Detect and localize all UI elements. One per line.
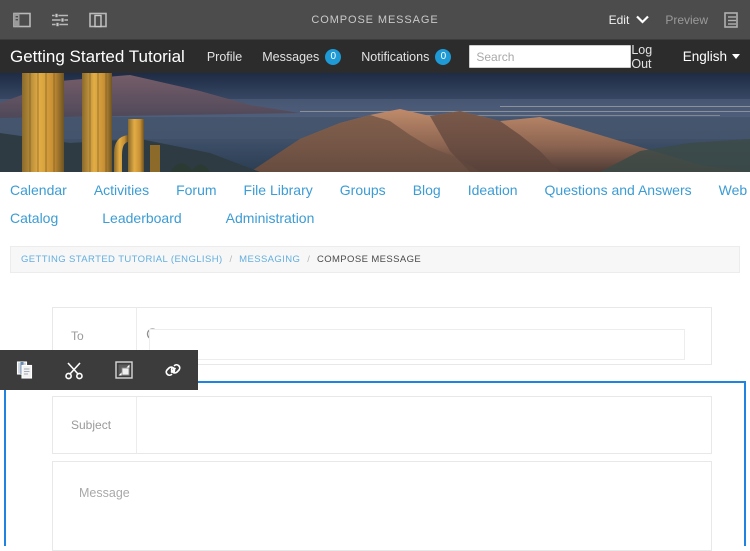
main-nav-ideation[interactable]: Ideation bbox=[468, 182, 518, 198]
panel-layout-icon[interactable] bbox=[8, 6, 36, 34]
main-nav-blog[interactable]: Blog bbox=[413, 182, 441, 198]
chevron-down-icon bbox=[636, 15, 650, 24]
logout-button[interactable]: Log Out bbox=[631, 43, 662, 71]
link-chain-icon[interactable] bbox=[156, 353, 190, 387]
sliders-settings-icon[interactable] bbox=[46, 6, 74, 34]
nav-item-profile[interactable]: Profile bbox=[207, 50, 242, 64]
nav-item-messages[interactable]: Messages 0 bbox=[262, 48, 342, 65]
message-field[interactable]: Message bbox=[52, 461, 712, 551]
nav-label-profile: Profile bbox=[206, 49, 243, 64]
message-placeholder: Message bbox=[79, 486, 130, 500]
hero-desert-illustration bbox=[0, 73, 750, 172]
breadcrumb: GETTING STARTED TUTORIAL (ENGLISH) / MES… bbox=[10, 246, 740, 273]
header-nav: Profile Messages 0 Notifications 0 bbox=[207, 48, 452, 65]
nav-label-messages: Messages bbox=[262, 49, 320, 64]
device-preview-icon[interactable] bbox=[84, 6, 112, 34]
main-navigation: Calendar Activities Forum File Library G… bbox=[0, 172, 750, 234]
subject-label: Subject bbox=[71, 418, 112, 432]
chevron-down-icon bbox=[732, 54, 740, 59]
main-nav-calendar[interactable]: Calendar bbox=[10, 182, 67, 198]
subject-field-row: Subject bbox=[52, 396, 712, 454]
language-selector[interactable]: English bbox=[683, 49, 740, 64]
search-input[interactable] bbox=[469, 45, 632, 68]
breadcrumb-separator: / bbox=[307, 254, 310, 265]
to-label: To bbox=[71, 329, 84, 343]
copy-icon[interactable] bbox=[8, 353, 42, 387]
subject-input[interactable] bbox=[137, 397, 711, 453]
to-input[interactable] bbox=[149, 329, 685, 360]
main-nav-row-1: Calendar Activities Forum File Library G… bbox=[10, 182, 750, 198]
nav-item-notifications[interactable]: Notifications 0 bbox=[361, 48, 452, 65]
header-search bbox=[469, 45, 632, 68]
subject-label-cell: Subject bbox=[53, 397, 137, 453]
main-nav-administration[interactable]: Administration bbox=[226, 210, 315, 226]
header-right: Log Out English bbox=[631, 43, 740, 71]
main-nav-questions-and-answers[interactable]: Questions and Answers bbox=[545, 182, 692, 198]
main-nav-web-page[interactable]: Web Page bbox=[719, 182, 750, 198]
pages-icon[interactable] bbox=[724, 9, 746, 31]
hero-banner-image bbox=[0, 73, 750, 172]
nav-label-notifications: Notifications bbox=[361, 49, 430, 64]
main-nav-file-library[interactable]: File Library bbox=[244, 182, 313, 198]
site-title[interactable]: Getting Started Tutorial bbox=[10, 47, 185, 67]
messages-badge: 0 bbox=[325, 48, 342, 65]
breadcrumb-current: COMPOSE MESSAGE bbox=[316, 254, 422, 265]
preview-mode-button[interactable]: Preview bbox=[665, 13, 708, 27]
cut-scissors-icon[interactable] bbox=[57, 353, 91, 387]
main-nav-activities[interactable]: Activities bbox=[94, 182, 149, 198]
main-nav-groups[interactable]: Groups bbox=[340, 182, 386, 198]
breadcrumb-item-site[interactable]: GETTING STARTED TUTORIAL (ENGLISH) bbox=[21, 254, 223, 265]
main-nav-row-2: Catalog Leaderboard Administration bbox=[10, 210, 750, 226]
main-nav-forum[interactable]: Forum bbox=[176, 182, 216, 198]
site-header: Getting Started Tutorial Profile Message… bbox=[0, 40, 750, 73]
paste-frame-icon[interactable] bbox=[107, 353, 141, 387]
editor-toolbar: COMPOSE MESSAGE Edit Preview bbox=[0, 0, 750, 40]
breadcrumb-item-messaging[interactable]: MESSAGING bbox=[239, 254, 300, 265]
main-nav-leaderboard[interactable]: Leaderboard bbox=[102, 210, 181, 226]
editor-toolbar-left-icons bbox=[0, 6, 112, 34]
language-label: English bbox=[682, 49, 727, 64]
edit-label: Edit bbox=[608, 12, 630, 27]
notifications-badge: 0 bbox=[435, 48, 452, 65]
breadcrumb-separator: / bbox=[229, 254, 233, 265]
editor-toolbar-right: Edit Preview bbox=[609, 9, 750, 31]
edit-mode-button[interactable]: Edit bbox=[609, 13, 650, 27]
context-toolbar bbox=[0, 350, 198, 390]
main-nav-catalog[interactable]: Catalog bbox=[10, 210, 58, 226]
